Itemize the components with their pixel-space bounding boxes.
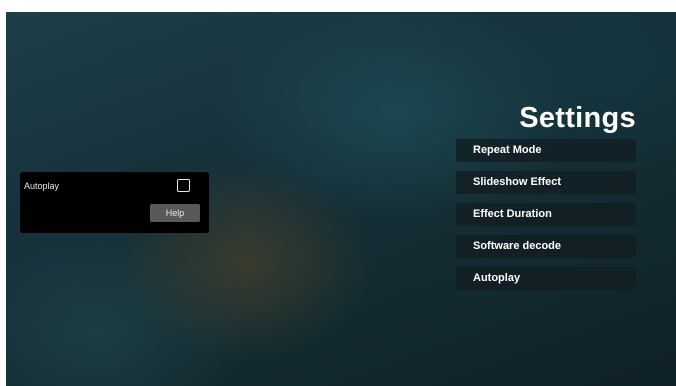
menu-item-repeat-mode[interactable]: Repeat Mode — [456, 139, 636, 162]
settings-screen: Autoplay Help Settings Repeat Mode Slide… — [6, 12, 676, 386]
menu-item-autoplay[interactable]: Autoplay — [456, 267, 636, 290]
menu-item-slideshow-effect[interactable]: Slideshow Effect — [456, 171, 636, 194]
menu-item-software-decode[interactable]: Software decode — [456, 235, 636, 258]
autoplay-dialog: Autoplay Help — [20, 172, 209, 233]
menu-item-effect-duration[interactable]: Effect Duration — [456, 203, 636, 226]
autoplay-label: Autoplay — [24, 181, 60, 191]
help-button[interactable]: Help — [150, 204, 200, 222]
page-title: Settings — [519, 102, 636, 134]
autoplay-checkbox[interactable] — [177, 179, 190, 192]
settings-menu: Repeat Mode Slideshow Effect Effect Dura… — [456, 139, 636, 299]
